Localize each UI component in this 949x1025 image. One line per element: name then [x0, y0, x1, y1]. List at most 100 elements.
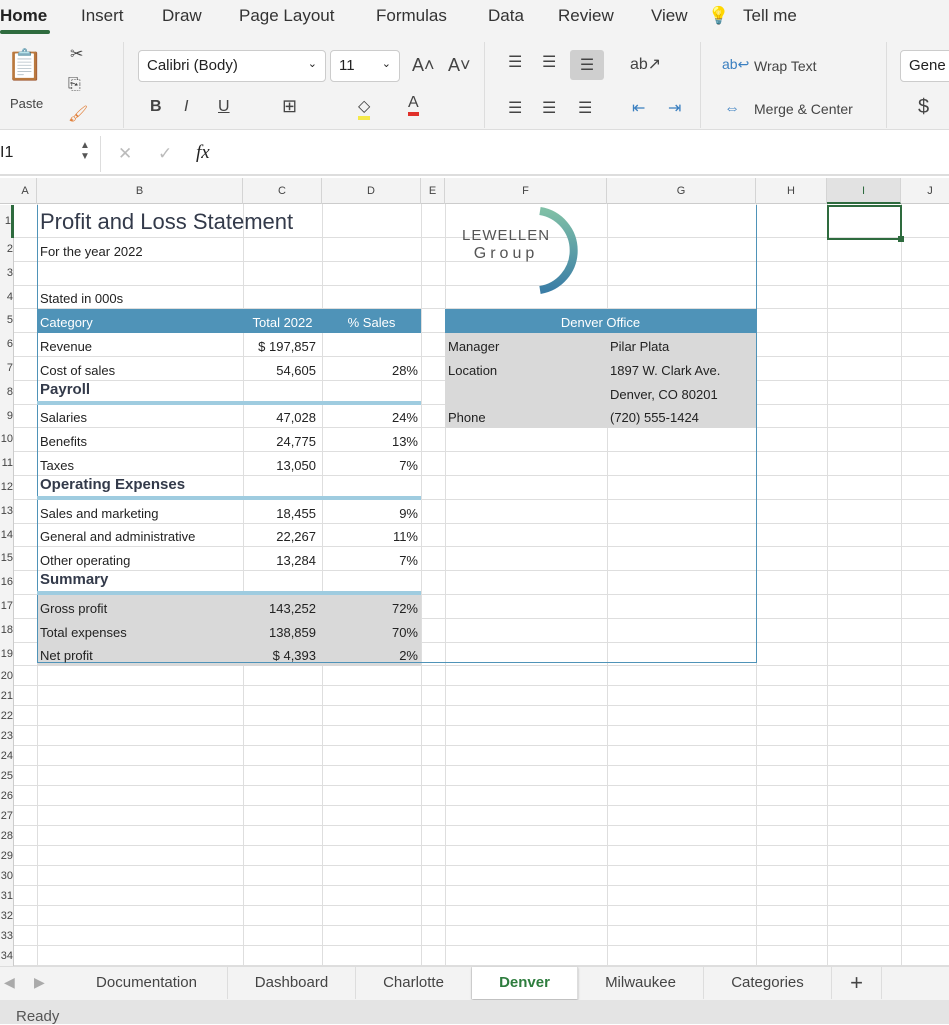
cut-icon[interactable]: ✂ — [70, 44, 83, 64]
row-header-20[interactable]: 20 — [0, 666, 14, 686]
sheet-tab-categories[interactable]: Categories — [704, 967, 832, 999]
column-header-e[interactable]: E — [421, 178, 445, 204]
scroll-left-icon[interactable]: ◀ — [4, 974, 15, 991]
align-left-icon[interactable]: ☰ — [508, 98, 522, 118]
tab-view[interactable]: View — [651, 6, 688, 26]
row-header-34[interactable]: 34 — [0, 946, 14, 966]
row-header-33[interactable]: 33 — [0, 926, 14, 946]
name-box[interactable]: I1 — [0, 144, 13, 162]
tab-data[interactable]: Data — [488, 6, 524, 26]
row-header-13[interactable]: 13 — [0, 499, 14, 524]
row-header-17[interactable]: 17 — [0, 595, 14, 619]
row-header-28[interactable]: 28 — [0, 826, 14, 846]
cancel-icon[interactable]: ✕ — [118, 144, 132, 164]
number-format-select[interactable]: Gene — [900, 50, 949, 82]
row-header-22[interactable]: 22 — [0, 706, 14, 726]
align-top-icon[interactable]: ☰ — [508, 52, 522, 72]
row-header-25[interactable]: 25 — [0, 766, 14, 786]
row-header-15[interactable]: 15 — [0, 547, 14, 572]
column-header-g[interactable]: G — [607, 178, 756, 204]
row-header-3[interactable]: 3 — [0, 261, 14, 286]
align-center-icon[interactable]: ☰ — [542, 98, 556, 118]
row-header-23[interactable]: 23 — [0, 726, 14, 746]
name-box-stepper-icon[interactable]: ▲ ▼ — [80, 140, 90, 162]
line-label: Total expenses — [40, 624, 127, 640]
paste-icon[interactable]: 📋 — [6, 48, 44, 88]
tab-draw[interactable]: Draw — [162, 6, 202, 26]
column-header-f[interactable]: F — [445, 178, 607, 204]
row-header-31[interactable]: 31 — [0, 886, 14, 906]
column-header-d[interactable]: D — [322, 178, 421, 204]
tab-tell-me[interactable]: Tell me — [743, 6, 797, 26]
decrease-indent-icon[interactable]: ⇤ — [632, 98, 645, 118]
increase-font-icon[interactable]: A˄ — [412, 55, 435, 76]
row-header-9[interactable]: 9 — [0, 404, 14, 429]
row-header-27[interactable]: 27 — [0, 806, 14, 826]
row-header-2[interactable]: 2 — [0, 238, 14, 262]
font-color-icon[interactable]: A — [408, 94, 419, 116]
selected-cell-I1[interactable] — [827, 205, 902, 240]
column-header-h[interactable]: H — [756, 178, 827, 204]
currency-button[interactable]: $ — [918, 96, 929, 119]
tab-home[interactable]: Home — [0, 6, 47, 26]
sheet-tab-dashboard[interactable]: Dashboard — [228, 967, 356, 999]
tab-page-layout[interactable]: Page Layout — [239, 6, 334, 26]
paste-button[interactable]: Paste — [10, 96, 43, 111]
sheet-tab-milwaukee[interactable]: Milwaukee — [578, 967, 704, 999]
merge-center-button[interactable]: Merge & Center — [754, 101, 853, 117]
fill-handle[interactable] — [898, 236, 904, 242]
row-header-14[interactable]: 14 — [0, 523, 14, 548]
align-middle-icon[interactable]: ☰ — [542, 52, 556, 72]
tab-review[interactable]: Review — [558, 6, 614, 26]
tab-formulas[interactable]: Formulas — [376, 6, 447, 26]
column-header-j[interactable]: J — [901, 178, 949, 204]
row-header-26[interactable]: 26 — [0, 786, 14, 806]
row-header-1[interactable]: 1 — [0, 205, 14, 238]
font-size-select[interactable]: 11 ⌄ — [330, 50, 400, 82]
row-header-24[interactable]: 24 — [0, 746, 14, 766]
row-header-16[interactable]: 16 — [0, 571, 14, 595]
row-header-10[interactable]: 10 — [0, 428, 14, 453]
column-header-a[interactable]: A — [14, 178, 37, 204]
orientation-icon[interactable]: ab↗ — [630, 54, 661, 74]
fx-icon[interactable]: fx — [196, 142, 210, 164]
decrease-font-icon[interactable]: A˅ — [448, 55, 471, 76]
row-header-11[interactable]: 11 — [0, 452, 14, 476]
sheet-tab-charlotte[interactable]: Charlotte — [356, 967, 472, 999]
row-header-7[interactable]: 7 — [0, 357, 14, 381]
row-header-8[interactable]: 8 — [0, 380, 14, 405]
column-header-b[interactable]: B — [37, 178, 243, 204]
row-header-4[interactable]: 4 — [0, 285, 14, 310]
underline-button[interactable]: U — [218, 98, 230, 116]
row-header-19[interactable]: 19 — [0, 642, 14, 666]
row-header-30[interactable]: 30 — [0, 866, 14, 886]
column-header-i[interactable]: I — [827, 178, 901, 204]
column-header-c[interactable]: C — [243, 178, 322, 204]
wrap-text-button[interactable]: Wrap Text — [754, 58, 817, 74]
formula-input[interactable] — [232, 144, 932, 164]
copy-icon[interactable]: ⎘ — [68, 76, 81, 94]
row-header-32[interactable]: 32 — [0, 906, 14, 926]
row-header-21[interactable]: 21 — [0, 686, 14, 706]
add-sheet-button[interactable]: + — [832, 967, 882, 999]
row-header-12[interactable]: 12 — [0, 476, 14, 500]
italic-button[interactable]: I — [184, 98, 188, 116]
row-header-29[interactable]: 29 — [0, 846, 14, 866]
align-right-icon[interactable]: ☰ — [578, 98, 592, 118]
fill-color-icon[interactable]: ◇ — [358, 96, 371, 120]
row-header-6[interactable]: 6 — [0, 333, 14, 357]
align-bottom-icon[interactable]: ☰ — [570, 50, 604, 80]
scroll-right-icon[interactable]: ▶ — [34, 974, 45, 991]
bold-button[interactable]: B — [150, 98, 162, 116]
sheet-tab-documentation[interactable]: Documentation — [66, 967, 228, 999]
sheet-tab-denver[interactable]: Denver — [472, 967, 578, 999]
enter-icon[interactable]: ✓ — [158, 144, 172, 164]
borders-icon[interactable]: ⊞ — [282, 96, 297, 117]
line-pct: 28% — [391, 362, 418, 378]
tab-insert[interactable]: Insert — [81, 6, 124, 26]
format-painter-icon[interactable]: 🖌 — [68, 104, 88, 124]
row-header-18[interactable]: 18 — [0, 618, 14, 643]
font-name-select[interactable]: Calibri (Body) ⌄ — [138, 50, 326, 82]
row-header-5[interactable]: 5 — [0, 309, 14, 334]
increase-indent-icon[interactable]: ⇥ — [668, 98, 681, 118]
